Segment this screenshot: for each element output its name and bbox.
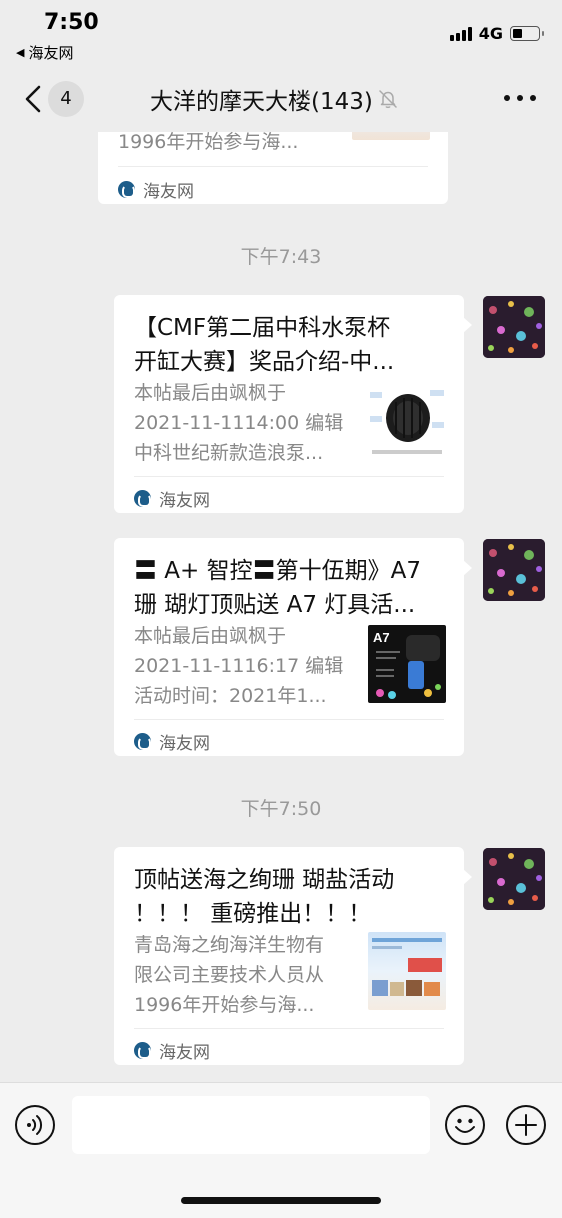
status-time: 7:50	[44, 10, 99, 35]
card-source: 海友网	[134, 1038, 210, 1063]
card-thumbnail	[352, 132, 430, 140]
card-title-line: ！！！ 重磅推出！！！	[134, 901, 372, 927]
more-functions-button[interactable]	[506, 1105, 546, 1145]
status-indicators: 4G	[449, 24, 544, 43]
chat-nav-bar: 4 大洋的摩天大楼(143)	[0, 66, 562, 132]
bubble-tail	[463, 560, 472, 576]
link-card-message[interactable]: 〓 A+ 智控〓第十伍期》A7 珊 瑚灯顶贴送 A7 灯具活... 本帖最后由飒…	[114, 538, 472, 756]
card-description-line: 中科世纪新款造浪泵...	[134, 442, 324, 464]
card-title: 【CMF第二届中科水泵杯 开缸大赛】奖品介绍-中...	[134, 311, 434, 379]
back-app-label: 海友网	[28, 44, 74, 62]
voice-icon	[27, 1115, 43, 1135]
card-divider	[134, 719, 444, 720]
signal-icon	[449, 26, 472, 41]
card-description-line: 本帖最后由飒枫于	[134, 382, 287, 404]
muted-bell-icon	[379, 90, 397, 109]
card-divider	[134, 476, 444, 477]
card-description-line: 活动时间：2021年1...	[134, 685, 327, 707]
card-source: 海友网	[134, 486, 210, 511]
card-divider	[118, 166, 428, 167]
card-title-line: 〓 A+ 智控〓第十伍期》A7	[134, 558, 421, 584]
thumbnail-label: A7	[373, 630, 390, 645]
voice-input-button[interactable]	[15, 1105, 55, 1145]
card-source-name: 海友网	[159, 491, 210, 511]
card-description-line: 本帖最后由飒枫于	[134, 625, 287, 647]
card-description-line: 2021-11-1116:17 编辑	[134, 655, 344, 677]
chat-message-list[interactable]: 1996年开始参与海... 海友网 下午7:43 【CMF第二届中科水泵杯 开缸…	[0, 132, 562, 1082]
card-source-name: 海友网	[159, 1043, 210, 1063]
card-title-line: 开缸大赛】奖品介绍-中...	[134, 349, 395, 375]
card-description: 本帖最后由飒枫于 2021-11-1114:00 编辑 中科世纪新款造浪泵...	[134, 378, 354, 468]
card-description-line: 青岛海之绚海洋生物有	[134, 934, 325, 956]
bubble-tail	[463, 869, 472, 885]
card-source: 海友网	[118, 177, 194, 202]
sender-avatar[interactable]	[483, 539, 545, 601]
card-description-line: 1996年开始参与海...	[134, 994, 315, 1016]
message-text-input[interactable]	[72, 1096, 430, 1154]
chevron-left-icon	[25, 85, 41, 113]
back-triangle-icon: ◀	[16, 46, 25, 59]
card-title-line: 珊 瑚灯顶贴送 A7 灯具活...	[134, 592, 416, 618]
plus-icon	[515, 1114, 537, 1136]
card-thumbnail	[368, 382, 446, 460]
card-description-line: 2021-11-1114:00 编辑	[134, 412, 344, 434]
card-thumbnail: A7	[368, 625, 446, 703]
card-title-line: 顶帖送海之绚珊 瑚盐活动	[134, 867, 395, 893]
card-divider	[134, 1028, 444, 1029]
haiyouwang-logo-icon	[118, 181, 135, 198]
smiley-icon	[455, 1118, 475, 1133]
card-thumbnail	[368, 932, 446, 1010]
status-bar: 7:50 ◀ 海友网 4G	[0, 0, 562, 66]
haiyouwang-logo-icon	[134, 733, 151, 750]
haiyouwang-logo-icon	[134, 1042, 151, 1059]
card-description: 青岛海之绚海洋生物有 限公司主要技术人员从 1996年开始参与海...	[134, 930, 354, 1020]
link-card-message[interactable]: 【CMF第二届中科水泵杯 开缸大赛】奖品介绍-中... 本帖最后由飒枫于 202…	[114, 295, 472, 513]
battery-icon	[510, 26, 544, 41]
emoji-button[interactable]	[445, 1105, 485, 1145]
link-card-message[interactable]: 顶帖送海之绚珊 瑚盐活动 ！！！ 重磅推出！！！ 青岛海之绚海洋生物有 限公司主…	[114, 847, 472, 1065]
card-description-line: 1996年开始参与海...	[118, 132, 299, 153]
sender-avatar[interactable]	[483, 848, 545, 910]
chat-title-group: 大洋的摩天大楼(143)	[150, 82, 440, 116]
more-options-icon[interactable]	[504, 88, 536, 108]
chat-title: 大洋的摩天大楼(143)	[150, 89, 373, 115]
unread-count-badge[interactable]: 4	[48, 81, 84, 117]
card-source: 海友网	[134, 729, 210, 754]
card-description: 本帖最后由飒枫于 2021-11-1116:17 编辑 活动时间：2021年1.…	[134, 621, 354, 711]
link-card-message[interactable]: 1996年开始参与海... 海友网	[98, 132, 448, 204]
sender-avatar[interactable]	[483, 296, 545, 358]
card-title: 〓 A+ 智控〓第十伍期》A7 珊 瑚灯顶贴送 A7 灯具活...	[134, 554, 434, 622]
bubble-tail	[463, 317, 472, 333]
haiyouwang-logo-icon	[134, 490, 151, 507]
message-timestamp: 下午7:50	[240, 798, 322, 820]
home-indicator[interactable]	[181, 1197, 381, 1204]
card-source-name: 海友网	[159, 734, 210, 754]
back-button[interactable]	[20, 82, 50, 116]
card-source-name: 海友网	[143, 182, 194, 202]
card-title-line: 【CMF第二届中科水泵杯	[134, 315, 391, 341]
message-timestamp: 下午7:43	[240, 246, 322, 268]
chat-input-bar	[0, 1082, 562, 1218]
card-title: 顶帖送海之绚珊 瑚盐活动 ！！！ 重磅推出！！！	[134, 863, 434, 931]
network-type: 4G	[478, 24, 503, 43]
back-to-app-link[interactable]: ◀ 海友网	[16, 42, 73, 63]
card-description-line: 限公司主要技术人员从	[134, 964, 325, 986]
